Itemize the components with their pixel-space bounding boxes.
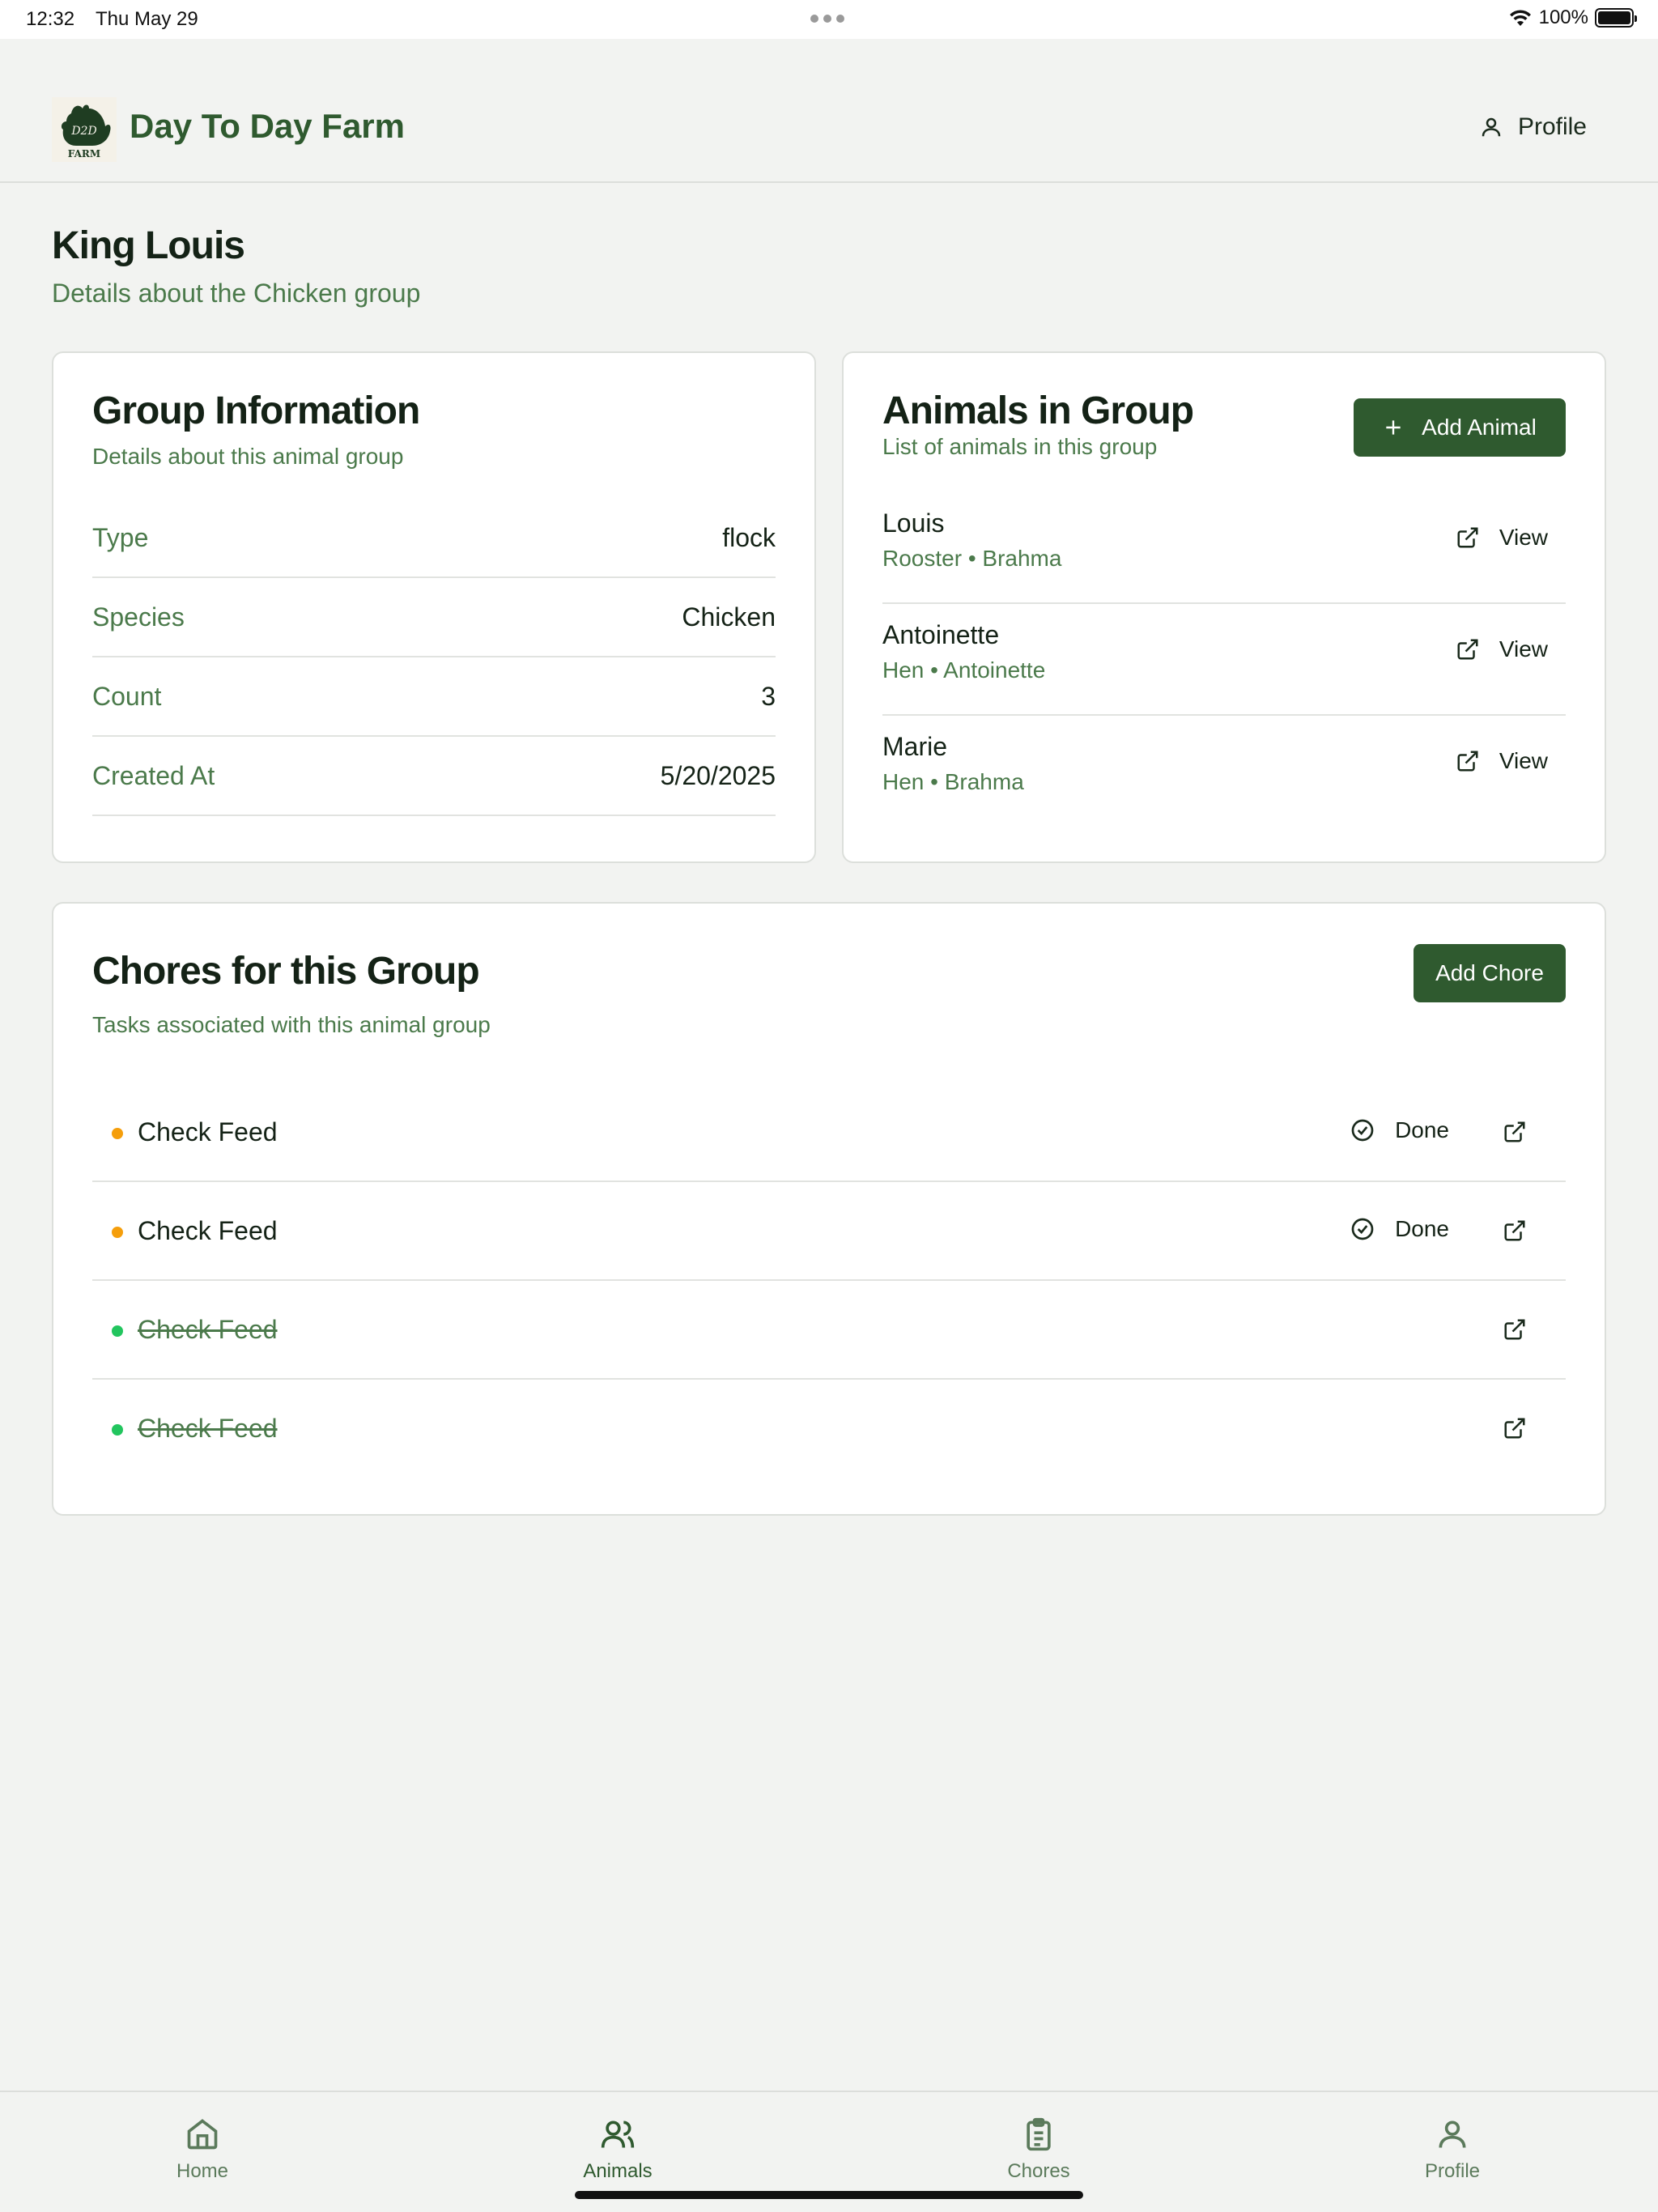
chores-subtitle: Tasks associated with this animal group xyxy=(92,1012,491,1037)
chore-row[interactable]: Check Feed Done xyxy=(92,1083,1566,1182)
group-info-card: Group Information Details about this ani… xyxy=(52,351,816,863)
external-link-icon xyxy=(1457,527,1478,548)
nav-item-home[interactable]: Home xyxy=(121,2116,283,2183)
group-info-title: Group Information xyxy=(92,389,420,432)
info-row-created-at: Created At 5/20/2025 xyxy=(92,737,776,816)
wifi-icon xyxy=(1509,10,1531,26)
status-dot-pending xyxy=(112,1128,123,1139)
group-info-subtitle: Details about this animal group xyxy=(92,444,404,469)
view-label: View xyxy=(1499,636,1548,661)
home-icon xyxy=(187,2119,218,2150)
nav-label: Chores xyxy=(1007,2160,1070,2182)
external-link-icon[interactable] xyxy=(1503,1120,1527,1144)
add-animal-label: Add Animal xyxy=(1422,415,1537,440)
info-label: Created At xyxy=(92,760,215,790)
chore-name: Check Feed xyxy=(138,1216,278,1245)
chore-row[interactable]: Check Feed Done xyxy=(92,1182,1566,1281)
external-link-icon xyxy=(1457,639,1478,660)
animal-meta: Hen • Brahma xyxy=(882,769,1024,794)
mark-done-button[interactable]: Done xyxy=(1350,1117,1449,1143)
nav-item-profile[interactable]: Profile xyxy=(1371,2116,1533,2183)
nav-label: Home xyxy=(176,2160,229,2182)
info-row-species: Species Chicken xyxy=(92,578,776,657)
status-right: 100% xyxy=(1508,6,1637,29)
external-link-icon[interactable] xyxy=(1503,1219,1527,1243)
app-brand-title[interactable]: Day To Day Farm xyxy=(130,107,405,146)
check-circle-icon xyxy=(1351,1119,1374,1142)
external-link-icon xyxy=(1457,751,1478,772)
info-label: Type xyxy=(92,522,149,552)
app-header: D2D FARM Day To Day Farm Profile xyxy=(0,39,1658,183)
nav-item-chores[interactable]: Chores xyxy=(958,2116,1120,2183)
chore-row[interactable]: Check Feed xyxy=(92,1281,1566,1380)
chores-card: Chores for this Group Tasks associated w… xyxy=(52,902,1606,1516)
mark-done-button[interactable]: Done xyxy=(1350,1216,1449,1242)
multitasking-dots[interactable] xyxy=(810,15,844,23)
chore-name: Check Feed xyxy=(138,1117,278,1146)
animal-name: Antoinette xyxy=(882,620,1000,649)
clipboard-icon xyxy=(1027,2117,1051,2151)
animal-row[interactable]: Louis Rooster • Brahma View xyxy=(882,492,1566,604)
status-date: Thu May 29 xyxy=(96,8,198,30)
done-label: Done xyxy=(1395,1216,1449,1241)
chores-title: Chores for this Group xyxy=(92,950,480,993)
info-row-count: Count 3 xyxy=(92,657,776,737)
add-chore-label: Add Chore xyxy=(1435,960,1544,985)
chore-row[interactable]: Check Feed xyxy=(92,1380,1566,1478)
info-value: flock xyxy=(722,522,776,552)
done-label: Done xyxy=(1395,1117,1449,1142)
status-dot-pending xyxy=(112,1227,123,1238)
header-profile-button[interactable]: Profile xyxy=(1479,113,1587,141)
status-dot-completed xyxy=(112,1325,123,1337)
battery-icon xyxy=(1595,8,1637,28)
animals-card: Animals in Group List of animals in this… xyxy=(842,351,1606,863)
view-label: View xyxy=(1499,525,1548,550)
logo-farm-text: FARM xyxy=(68,148,100,160)
nav-item-animals[interactable]: Animals xyxy=(537,2116,699,2183)
nav-label: Animals xyxy=(583,2160,653,2182)
animal-name: Louis xyxy=(882,508,945,538)
animal-meta: Hen • Antoinette xyxy=(882,657,1046,683)
animal-meta: Rooster • Brahma xyxy=(882,546,1062,571)
info-value: Chicken xyxy=(682,602,776,632)
animal-row[interactable]: Marie Hen • Brahma View xyxy=(882,716,1566,827)
status-bar: 12:32 Thu May 29 100% xyxy=(0,0,1658,39)
nav-label: Profile xyxy=(1424,2160,1481,2182)
add-chore-button[interactable]: Add Chore xyxy=(1414,944,1566,1002)
info-label: Count xyxy=(92,681,162,711)
view-animal-button[interactable]: View xyxy=(1456,525,1548,551)
info-value: 3 xyxy=(761,681,776,711)
logo-monogram: D2D xyxy=(70,125,96,138)
animals-subtitle: List of animals in this group xyxy=(882,434,1158,459)
chore-name: Check Feed xyxy=(138,1414,278,1443)
add-animal-button[interactable]: Add Animal xyxy=(1354,398,1566,457)
plus-icon xyxy=(1386,420,1401,435)
view-animal-button[interactable]: View xyxy=(1456,748,1548,774)
page-subtitle: Details about the Chicken group xyxy=(52,279,421,308)
animals-title: Animals in Group xyxy=(882,389,1194,432)
external-link-icon[interactable] xyxy=(1503,1416,1527,1440)
page-title: King Louis xyxy=(52,224,245,267)
info-row-type: Type flock xyxy=(92,499,776,578)
info-label: Species xyxy=(92,602,185,632)
user-icon xyxy=(1439,2121,1466,2148)
check-circle-icon xyxy=(1351,1218,1374,1240)
view-label: View xyxy=(1499,748,1548,773)
user-icon xyxy=(1482,117,1501,137)
status-dot-completed xyxy=(112,1424,123,1436)
info-value: 5/20/2025 xyxy=(660,760,776,790)
status-time: 12:32 xyxy=(26,8,75,30)
external-link-icon[interactable] xyxy=(1503,1317,1527,1342)
home-indicator[interactable] xyxy=(575,2191,1083,2199)
view-animal-button[interactable]: View xyxy=(1456,636,1548,662)
farm-logo[interactable]: D2D FARM xyxy=(52,97,117,162)
users-icon xyxy=(601,2121,635,2148)
header-profile-label: Profile xyxy=(1517,113,1587,140)
battery-percent: 100% xyxy=(1538,6,1588,28)
animal-name: Marie xyxy=(882,732,948,761)
animal-row[interactable]: Antoinette Hen • Antoinette View xyxy=(882,604,1566,716)
chore-name: Check Feed xyxy=(138,1315,278,1344)
